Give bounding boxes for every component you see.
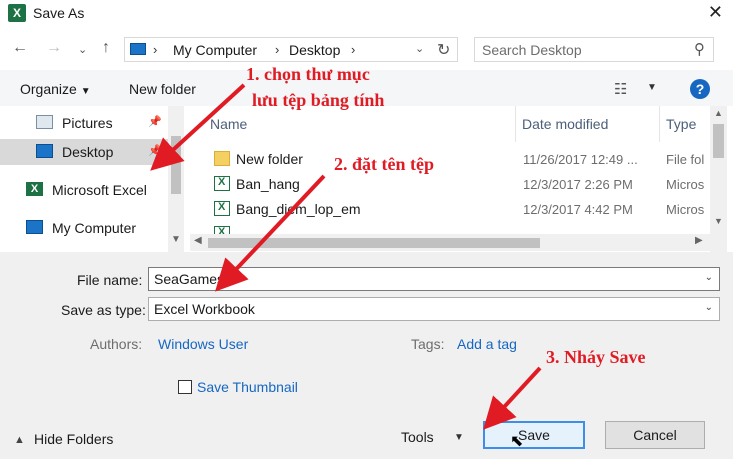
chevron-down-icon[interactable]: ⌄ [705, 302, 713, 313]
authors-value[interactable]: Windows User [158, 336, 248, 352]
breadcrumb-separator-icon[interactable]: › [153, 42, 157, 57]
annotation-step3: 3. Nháy Save [546, 347, 646, 367]
sidebar-item-label: Pictures [62, 115, 113, 131]
sidebar-scroll-thumb[interactable] [171, 136, 181, 194]
horizontal-scroll-thumb[interactable] [208, 238, 540, 248]
view-options-icon[interactable]: ☷ [614, 80, 627, 98]
file-date: 11/26/2017 12:49 ... [523, 152, 638, 167]
scroll-right-arrow-icon[interactable]: ▶ [695, 235, 703, 246]
breadcrumb-separator-icon[interactable]: › [275, 42, 279, 57]
new-folder-button[interactable]: New folder [129, 81, 196, 97]
save-as-type-label: Save as type: [61, 302, 146, 318]
window-title: Save As [33, 5, 85, 21]
pictures-icon [36, 115, 53, 129]
tags-label: Tags: [411, 336, 445, 352]
breadcrumb-desktop[interactable]: Desktop [289, 42, 340, 58]
file-type: Micros [666, 202, 705, 217]
organize-menu[interactable]: Organize ▼ [20, 81, 91, 97]
search-icon[interactable]: ⚲ [694, 40, 705, 58]
sidebar-item-my-computer[interactable]: My Computer [0, 215, 168, 241]
breadcrumb-my-computer[interactable]: My Computer [173, 42, 257, 58]
title-bar: X Save As ✕ [0, 0, 733, 28]
hide-folders-button[interactable]: Hide Folders [34, 431, 113, 447]
authors-label: Authors: [90, 336, 143, 352]
file-row[interactable]: Ban_hang 12/3/2017 2:26 PM Micros [190, 172, 710, 197]
close-button[interactable]: ✕ [708, 2, 723, 23]
search-input[interactable]: Search Desktop ⚲ [474, 37, 714, 62]
mouse-cursor-icon: ⬉ [510, 433, 524, 450]
sidebar-item-label: My Computer [52, 220, 137, 236]
file-list-vertical-scrollbar[interactable]: ▲ ▼ [710, 106, 727, 252]
file-date: 12/3/2017 4:42 PM [523, 202, 633, 217]
column-header-name[interactable]: Name [204, 106, 516, 142]
column-header-date-modified[interactable]: Date modified [516, 106, 660, 142]
file-row[interactable]: Bang_diem_lop_em 12/3/2017 4:42 PM Micro… [190, 197, 710, 222]
excel-app-icon: X [8, 4, 26, 22]
file-name-field[interactable]: SeaGames ⌄ [148, 267, 720, 291]
chevron-down-icon[interactable]: ⌄ [705, 272, 713, 283]
save-thumbnail-label[interactable]: Save Thumbnail [197, 379, 298, 395]
vertical-scroll-thumb[interactable] [713, 124, 724, 158]
sidebar-item-label: Microsoft Excel [52, 182, 147, 198]
file-name: New folder [236, 151, 303, 167]
chevron-up-icon[interactable]: ▲ [14, 434, 25, 446]
cancel-button[interactable]: Cancel [605, 421, 705, 449]
sidebar-item-label: Desktop [62, 144, 114, 160]
back-arrow-icon[interactable]: ← [12, 39, 28, 57]
file-name: Ban_hang [236, 176, 300, 192]
tags-input[interactable]: Add a tag [457, 336, 517, 352]
folder-icon [214, 151, 230, 166]
chevron-down-icon[interactable]: ▼ [454, 432, 464, 443]
file-list-horizontal-scrollbar[interactable]: ◀ ▶ [190, 234, 710, 251]
desktop-icon [36, 144, 53, 158]
excel-file-icon [214, 201, 230, 216]
sidebar-item-desktop[interactable]: Desktop 📌 [0, 139, 168, 165]
annotation-step2: 2. đặt tên tệp [334, 154, 434, 174]
file-list-pane: Name Date modified Type New folder 11/26… [190, 106, 733, 252]
scroll-down-arrow-icon[interactable]: ▼ [171, 234, 181, 245]
file-type: Micros [666, 177, 705, 192]
annotation-step1-line1: 1. chọn thư mục [246, 64, 370, 84]
computer-icon [26, 220, 43, 234]
file-type: File fol [666, 152, 705, 167]
excel-file-icon [214, 176, 230, 191]
annotation-step1-line2: lưu tệp bảng tính [252, 90, 385, 110]
chevron-down-icon: ▼ [80, 86, 91, 97]
organize-label: Organize [20, 81, 77, 97]
save-as-type-value: Excel Workbook [154, 301, 255, 317]
pin-icon[interactable]: 📌 [148, 115, 162, 128]
refresh-icon[interactable]: ↻ [437, 40, 450, 60]
help-icon[interactable]: ? [690, 79, 710, 99]
file-row[interactable]: New folder 11/26/2017 12:49 ... File fol [190, 147, 710, 172]
save-as-type-select[interactable]: Excel Workbook ⌄ [148, 297, 720, 321]
file-name-label: File name: [77, 272, 143, 288]
scroll-left-arrow-icon[interactable]: ◀ [194, 235, 202, 246]
file-date: 12/3/2017 2:26 PM [523, 177, 633, 192]
address-bar[interactable]: › My Computer › Desktop › ⌄ ↻ [124, 37, 458, 62]
navigation-pane: Pictures 📌 Desktop 📌 X Microsoft Excel M… [0, 106, 184, 252]
scroll-down-arrow-icon[interactable]: ▼ [714, 216, 723, 226]
breadcrumb-separator-icon[interactable]: › [351, 42, 355, 57]
file-name: Bang_diem_lop_em [236, 201, 361, 217]
save-button[interactable]: Save [483, 421, 585, 449]
recent-locations-chevron-icon[interactable]: ⌄ [78, 43, 87, 56]
computer-icon [130, 43, 146, 55]
scroll-up-arrow-icon[interactable]: ▲ [714, 108, 723, 118]
sidebar-scrollbar[interactable]: ▼ [168, 106, 184, 252]
sidebar-item-microsoft-excel[interactable]: X Microsoft Excel [0, 177, 168, 203]
save-thumbnail-checkbox[interactable] [178, 380, 192, 394]
excel-icon: X [26, 182, 43, 196]
pin-icon[interactable]: 📌 [148, 144, 162, 157]
column-header-type[interactable]: Type [660, 106, 710, 142]
search-placeholder: Search Desktop [482, 42, 582, 58]
tools-menu[interactable]: Tools [401, 429, 434, 445]
up-arrow-icon[interactable]: ↑ [102, 39, 110, 57]
chevron-down-icon[interactable]: ▼ [647, 82, 657, 93]
address-dropdown-chevron-icon[interactable]: ⌄ [415, 42, 424, 55]
forward-arrow-icon[interactable]: → [46, 39, 62, 57]
file-name-value: SeaGames [154, 271, 225, 287]
sidebar-item-pictures[interactable]: Pictures 📌 [0, 110, 168, 136]
